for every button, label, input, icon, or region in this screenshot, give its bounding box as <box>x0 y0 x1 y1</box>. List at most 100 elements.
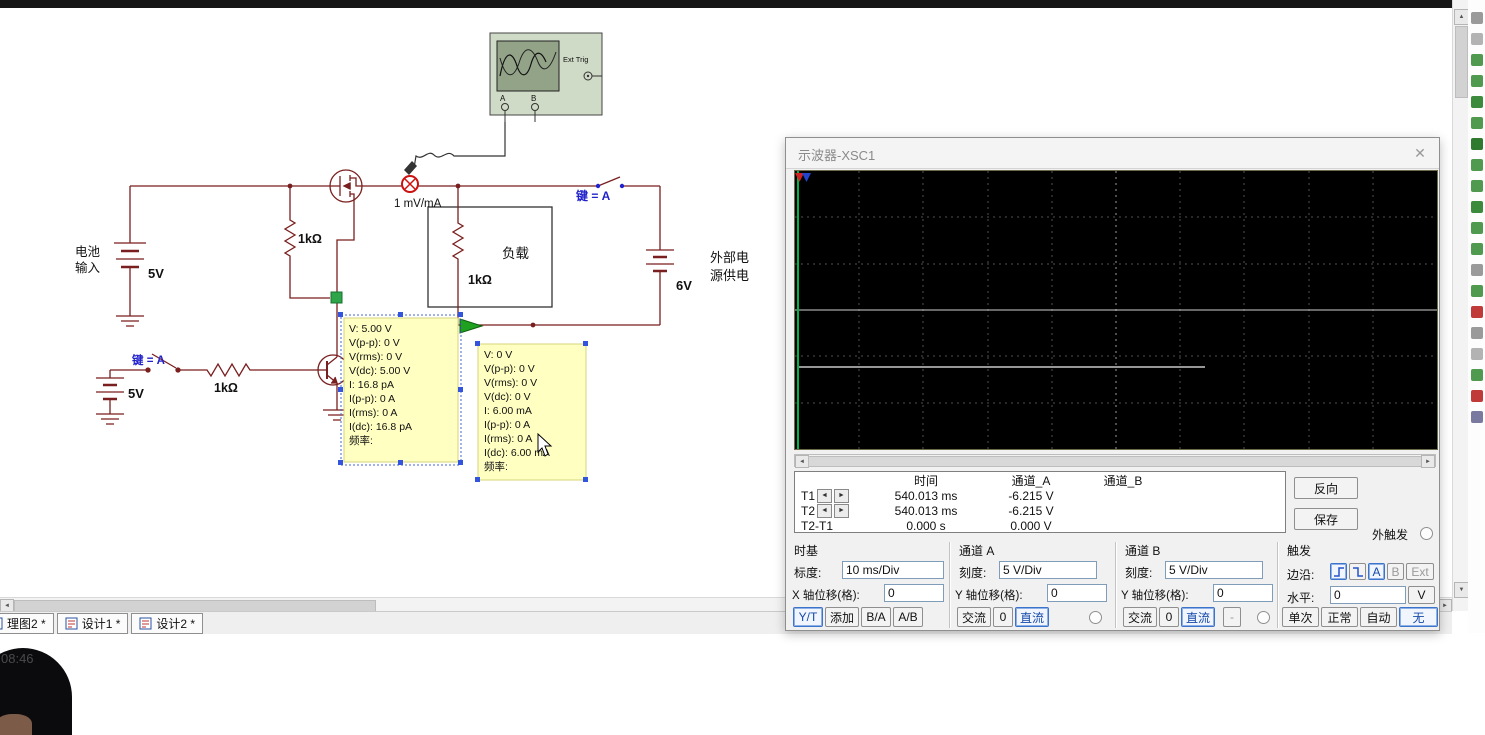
tab-design2[interactable]: 设计2 * <box>131 613 204 634</box>
toolbar-icon[interactable] <box>1470 411 1483 423</box>
channel-a-scale-input[interactable] <box>999 561 1097 579</box>
probe-tooltip-1[interactable]: V: 5.00 V V(p-p): 0 V V(rms): 0 V V(dc):… <box>338 312 463 466</box>
key-bottom-label[interactable]: 键 = A <box>131 353 165 367</box>
webcam-face <box>0 714 32 735</box>
scope-probe-wire[interactable] <box>413 122 506 169</box>
tab-schematic2[interactable]: 理图2 * <box>0 613 54 634</box>
ab-button[interactable]: A/B <box>893 607 923 627</box>
toolbar-icon[interactable] <box>1470 180 1483 192</box>
trigger-a-button[interactable]: A <box>1368 563 1385 580</box>
save-button[interactable]: 保存 <box>1294 508 1358 530</box>
falling-edge-icon[interactable] <box>1349 563 1366 580</box>
mosfet[interactable] <box>329 169 363 292</box>
channel-a-zero-button[interactable]: 0 <box>993 607 1013 627</box>
toolbar-icon[interactable] <box>1470 117 1483 129</box>
add-button[interactable]: 添加 <box>825 607 859 627</box>
toolbar-icon[interactable] <box>1470 390 1483 402</box>
trigger-level-input[interactable] <box>1330 586 1406 604</box>
scope-hscroll-thumb[interactable] <box>808 456 1424 467</box>
load-value[interactable]: 1kΩ <box>468 273 492 287</box>
channel-a-ypos-input[interactable] <box>1047 584 1107 602</box>
resistor-base-value[interactable]: 1kΩ <box>214 381 238 395</box>
channel-b-dc-button[interactable]: 直流 <box>1181 607 1215 627</box>
channel-a-ac-button[interactable]: 交流 <box>957 607 991 627</box>
canvas-vscrollbar[interactable]: ▲ ▼ <box>1452 0 1469 611</box>
toolbar-icon[interactable] <box>1470 348 1483 360</box>
toolbar-icon[interactable] <box>1470 96 1483 108</box>
scope-hscrollbar[interactable]: ◄ ► <box>794 454 1436 468</box>
channel-b-ac-button[interactable]: 交流 <box>1123 607 1157 627</box>
t1-left-icon[interactable]: ◄ <box>817 488 833 503</box>
scroll-up-icon[interactable]: ▲ <box>1454 9 1469 25</box>
channel-b-ypos-input[interactable] <box>1213 584 1273 602</box>
rising-edge-icon[interactable] <box>1330 563 1347 580</box>
t1-right-icon[interactable]: ► <box>834 488 850 503</box>
scroll-right-icon[interactable]: ► <box>1421 455 1435 468</box>
oscilloscope-window[interactable]: 示波器-XSC1 ✕ ◄ ► 时间 通道_A 通道_B T1 ◄ ► 540.0… <box>785 137 1440 631</box>
scroll-down-icon[interactable]: ▼ <box>1454 582 1469 598</box>
channel-b-zero-button[interactable]: 0 <box>1159 607 1179 627</box>
battery-drive-value[interactable]: 5V <box>128 386 144 401</box>
canvas-vscroll-thumb[interactable] <box>1455 26 1468 98</box>
probe-arrow-icon[interactable] <box>459 318 484 334</box>
toolbar-icon[interactable] <box>1470 54 1483 66</box>
timebase-scale-input[interactable] <box>842 561 944 579</box>
toolbar-icon[interactable] <box>1470 12 1483 24</box>
close-icon[interactable]: ✕ <box>1409 142 1431 164</box>
toolbar-icon[interactable] <box>1470 243 1483 255</box>
trigger-ext-button[interactable]: Ext <box>1406 563 1434 580</box>
toolbar-icon[interactable] <box>1470 306 1483 318</box>
key-top-label[interactable]: 键 = A <box>575 188 611 203</box>
normal-button[interactable]: 正常 <box>1321 607 1358 627</box>
cursor-t2-handle[interactable] <box>802 173 811 182</box>
channel-a-dc-button[interactable]: 直流 <box>1015 607 1049 627</box>
toolbar-icon[interactable] <box>1470 201 1483 213</box>
trigger-b-button[interactable]: B <box>1387 563 1404 580</box>
edge-label: 边沿: <box>1287 568 1315 582</box>
current-probe[interactable] <box>401 161 419 193</box>
load-resistor[interactable] <box>427 186 553 325</box>
channel-a-radio[interactable] <box>1089 611 1102 624</box>
toolbar-icon[interactable] <box>1470 138 1483 150</box>
toolbar-icon[interactable] <box>1470 33 1483 45</box>
ext-trigger-radio[interactable] <box>1420 527 1433 540</box>
toolbar-icon[interactable] <box>1470 285 1483 297</box>
toolbar-icon[interactable] <box>1470 327 1483 339</box>
tab-design1[interactable]: 设计1 * <box>56 613 129 634</box>
battery-ext-value[interactable]: 6V <box>676 278 692 293</box>
toolbar-icon[interactable] <box>1470 264 1483 276</box>
auto-button[interactable]: 自动 <box>1360 607 1397 627</box>
channel-b-minus-button[interactable]: - <box>1223 607 1241 627</box>
t2-right-icon[interactable]: ► <box>834 503 850 518</box>
reverse-button[interactable]: 反向 <box>1294 477 1358 499</box>
scroll-left-icon[interactable]: ◄ <box>795 455 809 468</box>
trigger-level-unit[interactable]: V <box>1408 586 1435 604</box>
scope-display[interactable] <box>794 170 1438 450</box>
single-button[interactable]: 单次 <box>1282 607 1319 627</box>
yt-button[interactable]: Y/T <box>793 607 823 627</box>
channel-b-radio[interactable] <box>1257 611 1270 624</box>
battery-main-value[interactable]: 5V <box>148 266 164 281</box>
resistor-base[interactable] <box>178 362 316 378</box>
toolbar-icon[interactable] <box>1470 222 1483 234</box>
t2-left-icon[interactable]: ◄ <box>817 503 833 518</box>
oscilloscope-titlebar[interactable]: 示波器-XSC1 ✕ <box>786 138 1439 169</box>
battery-ext[interactable] <box>646 186 674 325</box>
tooltip2-line: 频率: <box>484 460 508 473</box>
net-node-highlight[interactable] <box>330 291 343 304</box>
toolbar-icon[interactable] <box>1470 369 1483 381</box>
probe-tooltip-2[interactable]: V: 0 V V(p-p): 0 V V(rms): 0 V V(dc): 0 … <box>475 341 588 482</box>
channel-b-scale-input[interactable] <box>1165 561 1263 579</box>
cursor-t1-handle[interactable] <box>795 173 804 182</box>
battery-drive[interactable] <box>96 370 124 425</box>
ba-button[interactable]: B/A <box>861 607 891 627</box>
xpos-input[interactable] <box>884 584 944 602</box>
toolbar-icon[interactable] <box>1470 75 1483 87</box>
none-button[interactable]: 无 <box>1399 607 1438 627</box>
battery-main[interactable] <box>114 186 146 327</box>
wire-top-rail[interactable] <box>130 176 660 187</box>
resistor-gate-value[interactable]: 1kΩ <box>298 232 322 246</box>
oscilloscope-component-icon[interactable]: Ext Trig A B <box>489 32 603 122</box>
toolbar-icon[interactable] <box>1470 159 1483 171</box>
oscilloscope-title: 示波器-XSC1 <box>798 148 876 163</box>
